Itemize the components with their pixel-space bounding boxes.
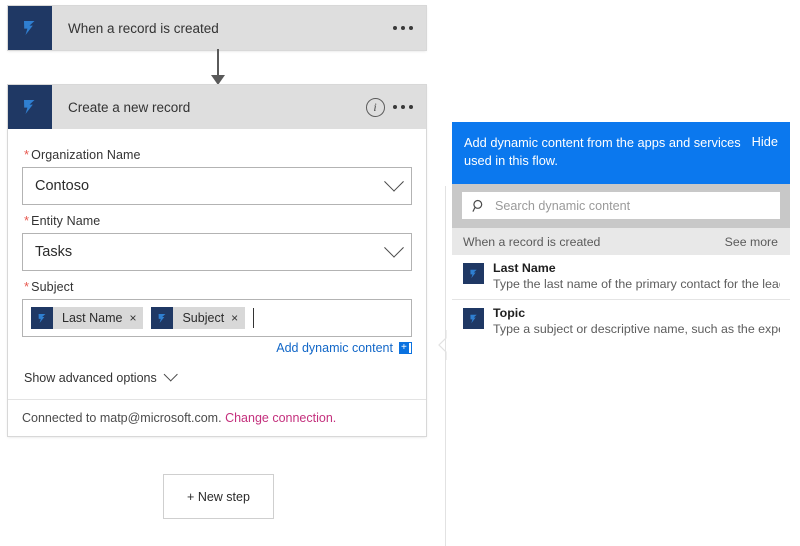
list-item[interactable]: Topic Type a subject or descriptive name… bbox=[452, 300, 790, 344]
panel-splitter-grip[interactable] bbox=[438, 330, 447, 360]
action-info-button[interactable]: i bbox=[358, 85, 392, 129]
more-options-ellipsis-icon bbox=[393, 26, 413, 30]
connection-status-text: Connected to matp@microsoft.com. bbox=[22, 411, 222, 425]
flow-connector-icon bbox=[463, 308, 484, 329]
trigger-more-options-button[interactable] bbox=[392, 6, 426, 50]
action-step-header[interactable]: Create a new record i bbox=[8, 85, 426, 129]
see-more-button[interactable]: See more bbox=[725, 235, 778, 249]
organization-name-label: *Organization Name bbox=[24, 147, 412, 162]
subject-input[interactable]: Last Name × Subject × bbox=[22, 299, 412, 337]
dynamic-content-search-area: Search dynamic content bbox=[452, 184, 790, 228]
token-label: Subject bbox=[173, 311, 231, 325]
search-input-placeholder: Search dynamic content bbox=[495, 199, 630, 213]
action-more-options-button[interactable] bbox=[392, 85, 426, 129]
list-item[interactable]: Last Name Type the last name of the prim… bbox=[452, 255, 790, 300]
list-item-description: Type the last name of the primary contac… bbox=[493, 276, 780, 292]
change-connection-link[interactable]: Change connection. bbox=[225, 411, 336, 425]
new-step-button[interactable]: + New step bbox=[163, 474, 274, 519]
dynamic-content-panel-header: Add dynamic content from the apps and se… bbox=[452, 122, 790, 184]
dynamic-token-last-name[interactable]: Last Name × bbox=[31, 307, 143, 329]
show-advanced-options-button[interactable]: Show advanced options bbox=[22, 355, 412, 399]
organization-name-value: Contoso bbox=[35, 178, 387, 194]
required-asterisk-icon: * bbox=[24, 213, 29, 228]
required-asterisk-icon: * bbox=[24, 147, 29, 162]
organization-name-dropdown[interactable]: Contoso bbox=[22, 167, 412, 205]
flow-connector-icon bbox=[8, 6, 52, 50]
dynamic-content-group-title: When a record is created bbox=[463, 235, 725, 249]
action-step-title: Create a new record bbox=[52, 100, 358, 115]
trigger-step-header[interactable]: When a record is created bbox=[8, 6, 426, 50]
chevron-down-icon bbox=[163, 367, 177, 381]
text-cursor bbox=[253, 308, 254, 328]
remove-token-icon[interactable]: × bbox=[231, 312, 245, 324]
entity-name-dropdown[interactable]: Tasks bbox=[22, 233, 412, 271]
token-label: Last Name bbox=[53, 311, 129, 325]
dynamic-token-subject[interactable]: Subject × bbox=[151, 307, 245, 329]
panel-splitter-line bbox=[445, 186, 446, 546]
remove-token-icon[interactable]: × bbox=[129, 312, 143, 324]
flow-connector-icon bbox=[463, 263, 484, 284]
search-icon bbox=[472, 199, 486, 213]
hide-panel-button[interactable]: Hide bbox=[752, 134, 778, 149]
action-step-body: *Organization Name Contoso *Entity Name … bbox=[8, 129, 426, 399]
flow-step-trigger[interactable]: When a record is created bbox=[8, 6, 426, 50]
subject-label: *Subject bbox=[24, 279, 412, 294]
list-item-description: Type a subject or descriptive name, such… bbox=[493, 321, 780, 337]
list-item-title: Last Name bbox=[493, 261, 780, 276]
connection-footer: Connected to matp@microsoft.com. Change … bbox=[8, 399, 426, 436]
search-input[interactable]: Search dynamic content bbox=[462, 192, 780, 219]
list-item-title: Topic bbox=[493, 306, 780, 321]
dynamic-content-group-header: When a record is created See more bbox=[452, 228, 790, 255]
entity-name-label: *Entity Name bbox=[24, 213, 412, 228]
step-connector-arrow-icon bbox=[211, 75, 225, 85]
trigger-step-title: When a record is created bbox=[52, 21, 392, 36]
flow-designer-canvas: When a record is created Create a new re… bbox=[0, 0, 440, 546]
chevron-down-icon bbox=[384, 172, 404, 192]
flow-connector-icon bbox=[8, 85, 52, 129]
flow-step-action[interactable]: Create a new record i *Organization Name… bbox=[8, 85, 426, 436]
required-asterisk-icon: * bbox=[24, 279, 29, 294]
dynamic-content-panel: Add dynamic content from the apps and se… bbox=[452, 122, 790, 344]
flow-connector-icon bbox=[151, 307, 173, 329]
show-advanced-options-label: Show advanced options bbox=[24, 371, 157, 385]
flow-connector-icon bbox=[31, 307, 53, 329]
info-icon: i bbox=[366, 98, 385, 117]
add-dynamic-content-icon[interactable]: + bbox=[399, 342, 412, 354]
add-dynamic-content-link[interactable]: Add dynamic content bbox=[276, 341, 393, 355]
dynamic-content-list: Last Name Type the last name of the prim… bbox=[452, 255, 790, 344]
dynamic-content-header-text: Add dynamic content from the apps and se… bbox=[464, 134, 752, 170]
add-dynamic-content-row: Add dynamic content + bbox=[22, 341, 412, 355]
chevron-down-icon bbox=[384, 238, 404, 258]
entity-name-value: Tasks bbox=[35, 244, 387, 260]
more-options-ellipsis-icon bbox=[393, 105, 413, 109]
